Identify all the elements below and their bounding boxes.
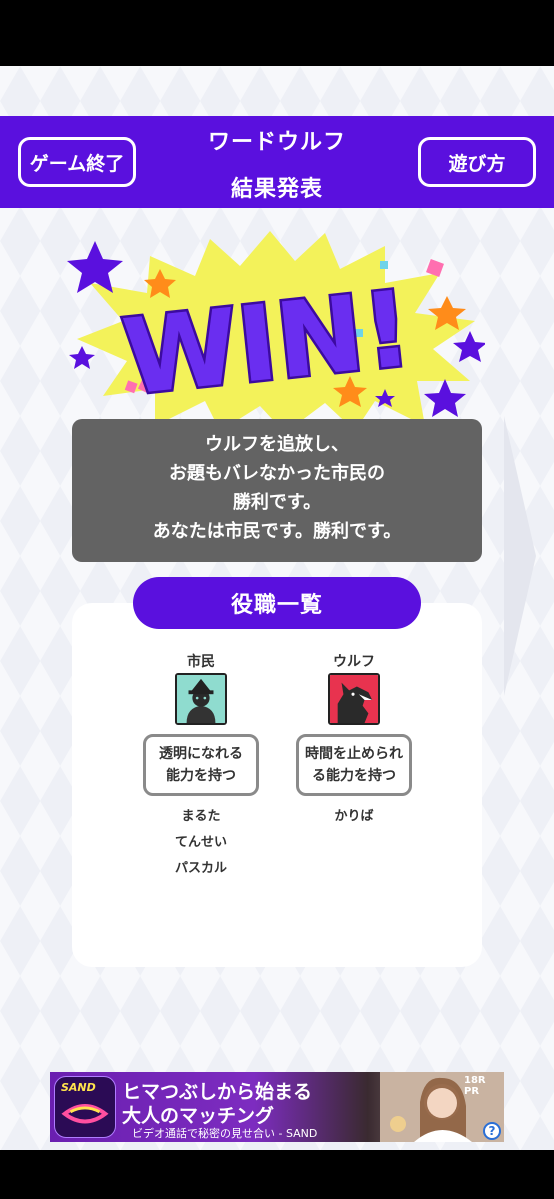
next-arrow-icon[interactable]: [500, 406, 540, 706]
roles-card: [72, 603, 482, 967]
navigation-bar: [0, 1150, 554, 1199]
ad-banner[interactable]: SAND ヒマつぶしから始まる 大人のマッチング ビデオ通話で秘密の見せ合い -…: [50, 1072, 504, 1142]
app-screen: ゲーム終了 ワードウルフ 結果発表 遊び方 WIN! ウルフを追放し、 お題もバ…: [0, 66, 554, 1150]
result-line: 勝利です。: [232, 492, 322, 513]
app-title: ワードウルフ: [207, 130, 346, 155]
result-line: ウルフを追放し、: [205, 434, 349, 455]
result-message: ウルフを追放し、 お題もバレなかった市民の 勝利です。 あなたは市民です。勝利で…: [72, 419, 482, 562]
ad-rating-badge: 18R PR: [464, 1075, 486, 1097]
ad-headline: ヒマつぶしから始まる: [122, 1081, 313, 1103]
ad-caption: ビデオ通話で秘密の見せ合い - SAND: [132, 1127, 318, 1140]
player-name: パスカル: [174, 861, 227, 876]
player-name: てんせい: [174, 835, 227, 850]
citizen-icon: [175, 673, 227, 725]
role-citizen: 市民 透明になれる 能力を持つ まるた てんせい パスカル: [141, 651, 261, 882]
status-bar: [0, 0, 554, 66]
star-icon: [424, 379, 466, 417]
player-name: まるた: [181, 809, 221, 824]
role-ability: 透明になれる 能力を持つ: [143, 734, 259, 796]
ad-subheadline: 大人のマッチング: [122, 1105, 275, 1127]
star-icon: [453, 331, 485, 362]
role-name: 市民: [187, 654, 215, 670]
end-game-button[interactable]: ゲーム終了: [18, 137, 136, 187]
role-player-list: かりば: [294, 804, 414, 830]
header-bar: ゲーム終了 ワードウルフ 結果発表 遊び方: [0, 116, 554, 208]
wolf-icon: [328, 673, 380, 725]
role-ability: 時間を止められ る能力を持つ: [296, 734, 412, 796]
ad-info-icon[interactable]: ?: [483, 1122, 501, 1140]
roles-title: 役職一覧: [133, 577, 421, 629]
player-name: かりば: [334, 809, 374, 824]
role-wolf: ウルフ 時間を止められ る能力を持つ かりば: [294, 651, 414, 830]
win-banner: WIN!: [67, 231, 485, 433]
page-title: 結果発表: [230, 177, 323, 202]
role-player-list: まるた てんせい パスカル: [141, 804, 261, 882]
how-to-play-button[interactable]: 遊び方: [418, 137, 536, 187]
result-line: お題もバレなかった市民の: [169, 463, 385, 484]
star-icon: [69, 346, 95, 369]
result-line: あなたは市民です。勝利です。: [152, 521, 402, 542]
role-name: ウルフ: [333, 654, 375, 670]
ad-app-logo: SAND: [54, 1076, 116, 1138]
